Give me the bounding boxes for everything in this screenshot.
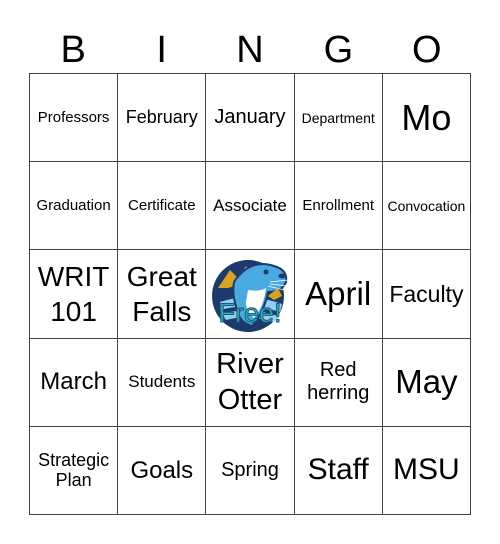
bingo-cell[interactable]: May [382, 338, 471, 427]
header-letter-g: G [323, 29, 354, 71]
bingo-cell[interactable]: Enrollment [294, 162, 383, 251]
free-space-cell[interactable]: Free! [206, 250, 295, 339]
bingo-cell[interactable]: Graduation [30, 162, 119, 251]
free-space-label: Free! [218, 298, 282, 329]
bingo-cell[interactable]: Convocation [382, 162, 471, 251]
bingo-cell[interactable]: Certificate [118, 162, 207, 251]
bingo-cell[interactable]: Faculty [382, 250, 471, 339]
header-letter-o: O [412, 29, 442, 71]
bingo-cell[interactable]: Spring [206, 426, 295, 515]
bingo-cell[interactable]: Strategic Plan [30, 426, 119, 515]
bingo-cell[interactable]: Red herring [294, 338, 383, 427]
header-letter-n: N [236, 29, 264, 71]
header-letter-b: B [60, 29, 86, 71]
bingo-cell[interactable]: MSU [382, 426, 471, 515]
bingo-cell[interactable]: River Otter [206, 338, 295, 427]
bingo-cell[interactable]: Staff [294, 426, 383, 515]
bingo-cell[interactable]: Mo [382, 74, 471, 163]
bingo-cell[interactable]: Great Falls [118, 250, 207, 339]
bingo-cell[interactable]: WRIT 101 [30, 250, 119, 339]
bingo-cell[interactable]: February [118, 74, 207, 163]
bingo-cell[interactable]: Associate [206, 162, 295, 251]
header-letter-i: I [156, 29, 167, 71]
bingo-header: B I N G O [29, 28, 471, 73]
bingo-cell[interactable]: Department [294, 74, 383, 163]
bingo-cell[interactable]: Students [118, 338, 207, 427]
bingo-cell[interactable]: January [206, 74, 295, 163]
bingo-cell[interactable]: Professors [30, 74, 119, 163]
bingo-cell[interactable]: March [30, 338, 119, 427]
bingo-cell[interactable]: April [294, 250, 383, 339]
bingo-grid: Professors February January Department M… [29, 73, 471, 515]
bingo-cell[interactable]: Goals [118, 426, 207, 515]
